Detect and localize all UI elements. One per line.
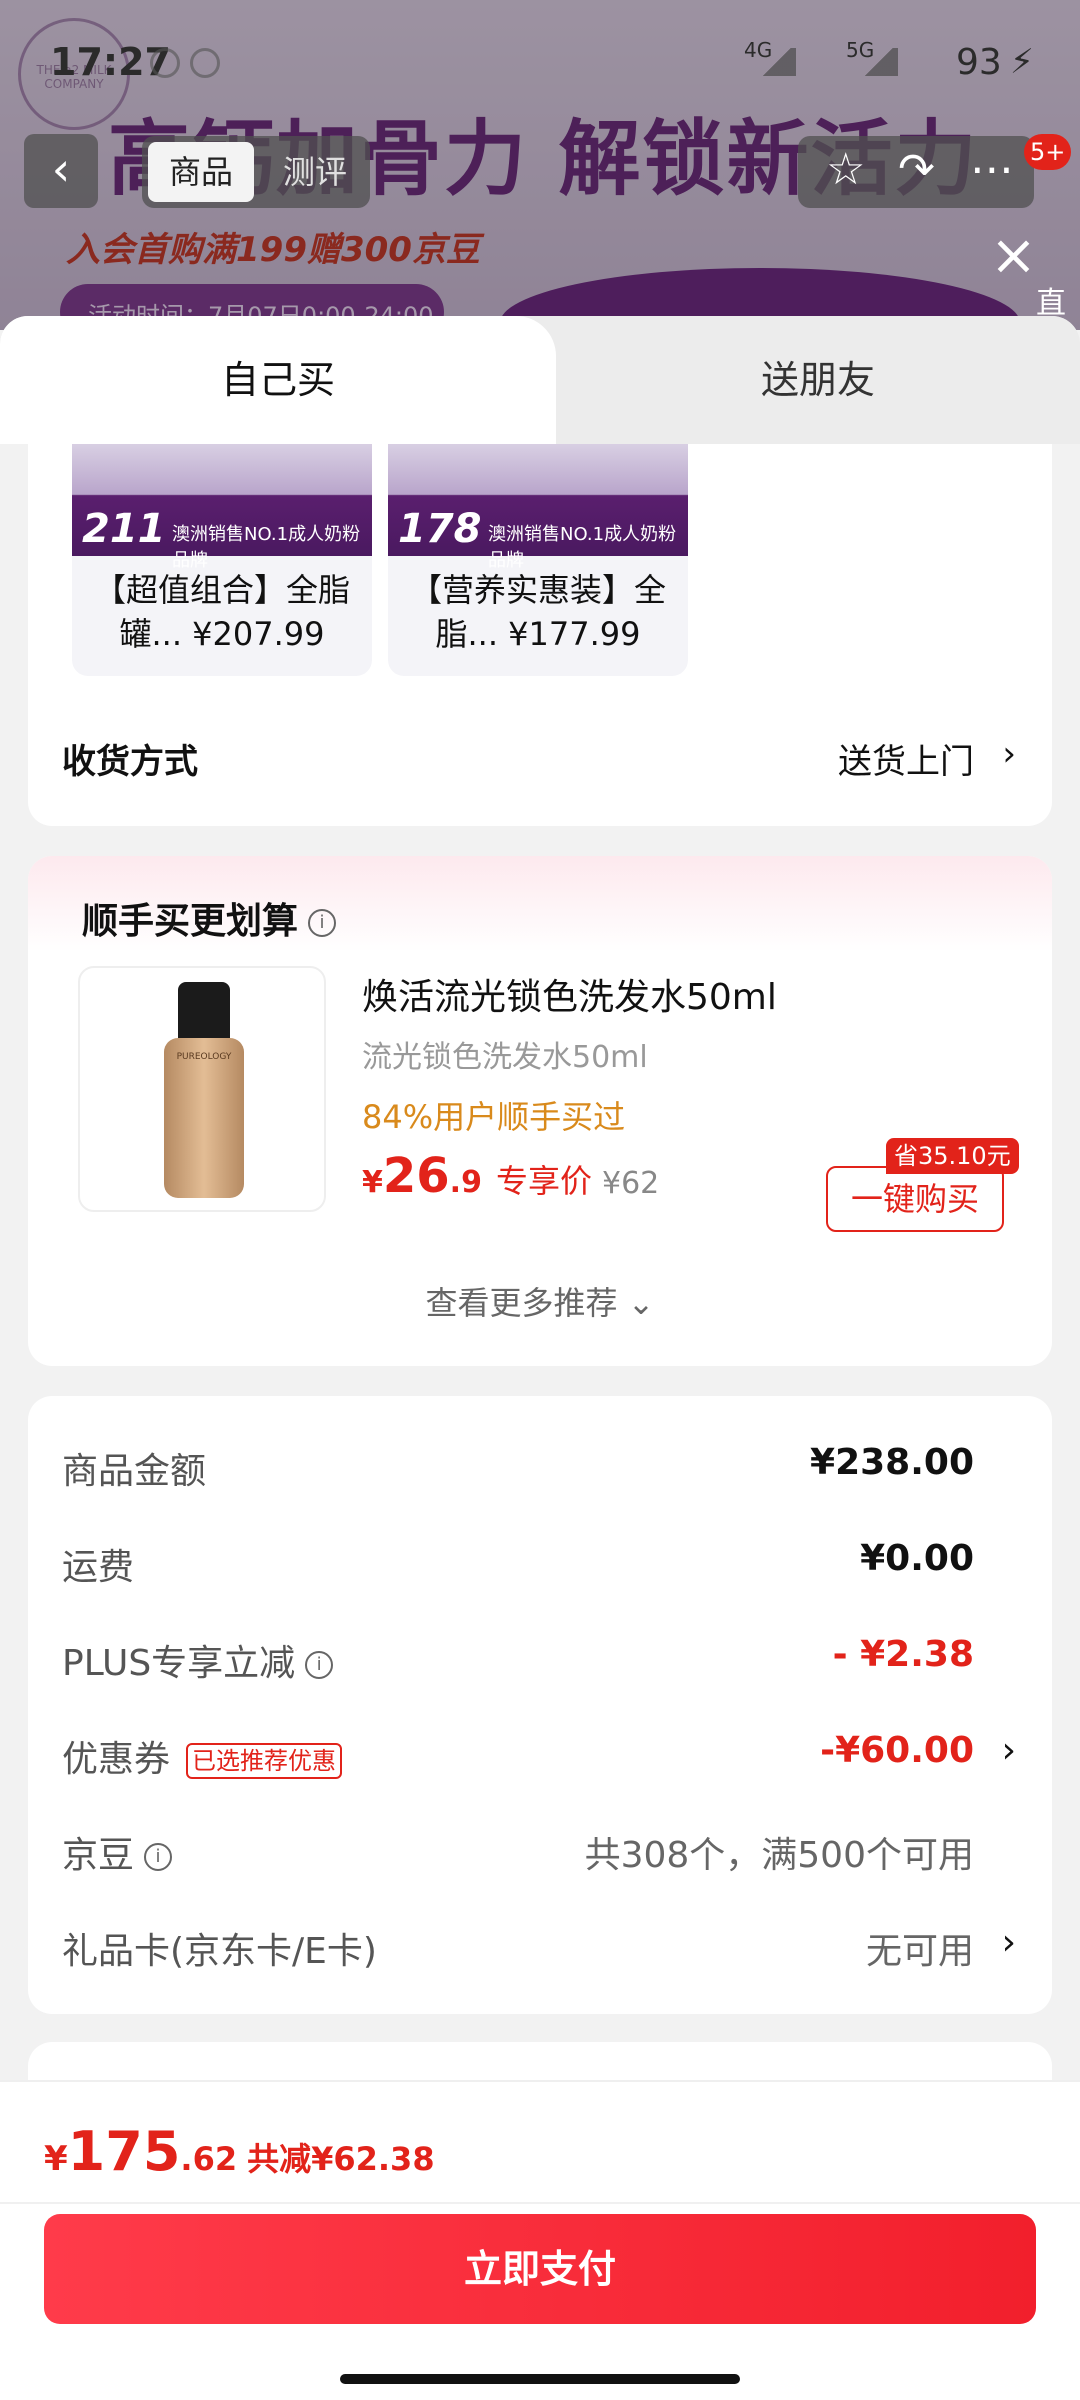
summary-value: 无可用: [865, 1931, 974, 1972]
addon-price: ¥26.9 专享价: [362, 1148, 592, 1204]
divider: [0, 2202, 1080, 2204]
summary-row-jingdou: 京豆 i 共308个，满500个可用: [28, 1826, 1052, 1886]
tab-review[interactable]: 测评: [270, 142, 360, 202]
summary-label-text: 京豆: [62, 1835, 135, 1876]
back-chevron-icon: ‹: [51, 142, 71, 196]
checkout-bottom-bar: ¥175.62 共减¥62.38 立即支付: [0, 2080, 1080, 2400]
summary-value: - ¥2.38: [832, 1634, 974, 1675]
combo-title-line: 【超值组合】全脂: [93, 571, 350, 609]
combo-card: 211 澳洲销售NO.1成人奶粉品牌 【超值组合】全脂 罐... ¥207.99…: [28, 444, 1052, 826]
combo-price: 178: [398, 506, 482, 552]
bottle-body: [164, 1038, 244, 1198]
info-icon[interactable]: i: [305, 1651, 334, 1679]
summary-label: 礼品卡(京东卡/E卡): [62, 1931, 377, 1972]
product-tabs: 商品 测评: [142, 136, 370, 208]
combo-price: 211: [82, 506, 166, 552]
addon-purchase-stat: 84%用户顺手买过: [362, 1098, 626, 1136]
addon-product-name[interactable]: 焕活流光锁色洗发水50ml: [362, 968, 777, 1020]
battery-level: 93: [956, 42, 1002, 83]
tab-buy-self[interactable]: 自己买: [0, 316, 556, 444]
price-integer: 26: [382, 1148, 450, 1204]
combo-option[interactable]: 211 澳洲销售NO.1成人奶粉品牌 【超值组合】全脂 罐... ¥207.99: [72, 444, 372, 676]
total-price: ¥175.62 共减¥62.38: [44, 2120, 435, 2183]
purchase-mode-tabs: 自己买 送朋友: [0, 316, 1080, 444]
alarm-icon: [190, 48, 220, 78]
signal-icon: [860, 48, 898, 76]
summary-label: 运费: [62, 1547, 135, 1588]
favorite-star-icon[interactable]: ☆: [826, 144, 865, 195]
back-button[interactable]: ‹: [24, 134, 98, 208]
summary-value: 共308个，满500个可用: [584, 1835, 974, 1876]
share-icon[interactable]: ↷: [898, 144, 935, 195]
summary-label-text: PLUS专享立减: [62, 1643, 296, 1684]
combo-title-line: 脂... ¥177.99: [435, 615, 641, 653]
combo-title: 【营养实惠装】全 脂... ¥177.99: [388, 568, 688, 656]
summary-value: ¥238.00: [810, 1442, 974, 1483]
addon-title: 顺手买更划算 i: [82, 892, 337, 944]
total-integer: 175: [67, 2120, 181, 2183]
combo-title-line: 罐... ¥207.99: [119, 615, 325, 653]
combo-option[interactable]: 178 澳洲销售NO.1成人奶粉品牌 【营养实惠装】全 脂... ¥177.99: [388, 444, 688, 676]
delivery-label: 收货方式: [62, 742, 198, 782]
savings-badge: 省35.10元: [886, 1138, 1019, 1174]
chevron-right-icon: ›: [1001, 1922, 1016, 1963]
tab-gift-friend[interactable]: 送朋友: [556, 316, 1080, 444]
addon-title-text: 顺手买更划算: [82, 901, 299, 942]
shampoo-bottle-image: PUREOLOGY: [164, 982, 244, 1198]
one-click-buy-button[interactable]: 一键购买: [826, 1166, 1004, 1232]
weather-icon: [150, 48, 180, 78]
pay-now-button[interactable]: 立即支付: [44, 2214, 1036, 2324]
info-icon[interactable]: i: [308, 909, 337, 937]
total-reduction: 共减¥62.38: [247, 2140, 435, 2178]
summary-label: 优惠券 已选推荐优惠: [62, 1730, 343, 1782]
close-icon[interactable]: ×: [990, 228, 1038, 284]
summary-row-plus-discount: PLUS专享立减 i - ¥2.38: [28, 1634, 1052, 1694]
status-bar: 17:27 4G 5G 93 ⚡: [0, 28, 1080, 98]
addon-product-spec: 流光锁色洗发水50ml: [362, 1040, 648, 1075]
coupon-selected-tag: 已选推荐优惠: [186, 1743, 343, 1779]
summary-label: 京豆 i: [62, 1826, 173, 1878]
side-live-text: 直: [1036, 286, 1066, 321]
summary-row-coupon[interactable]: 优惠券 已选推荐优惠 -¥60.00 ›: [28, 1730, 1052, 1790]
chevron-right-icon: ›: [1001, 1730, 1016, 1771]
order-summary-card: 商品金额 ¥238.00 运费 ¥0.00 PLUS专享立减 i - ¥2.38 …: [28, 1396, 1052, 2014]
combo-title-line: 【营养实惠装】全: [409, 571, 666, 609]
summary-value: ¥0.00: [860, 1538, 974, 1579]
price-label: 专享价: [495, 1162, 592, 1200]
bottle-brand: PUREOLOGY: [176, 1052, 232, 1062]
combo-tag: 澳洲销售NO.1成人奶粉品牌: [172, 524, 361, 571]
tab-product[interactable]: 商品: [148, 142, 254, 202]
total-decimal: .62: [180, 2140, 238, 2178]
see-more-recommendations[interactable]: 查看更多推荐 ⌄: [28, 1278, 1052, 1324]
price-decimal: .9: [449, 1165, 482, 1200]
summary-row-shipping: 运费 ¥0.00: [28, 1538, 1052, 1598]
charging-bolt-icon: ⚡: [1010, 42, 1034, 82]
bottle-cap: [178, 982, 230, 1042]
summary-value: -¥60.00: [820, 1730, 974, 1771]
signal-icon: [758, 48, 796, 76]
total-currency: ¥: [44, 2139, 68, 2179]
combo-title: 【超值组合】全脂 罐... ¥207.99: [72, 568, 372, 656]
summary-row-gift-card[interactable]: 礼品卡(京东卡/E卡) 无可用 ›: [28, 1922, 1052, 1982]
summary-label: PLUS专享立减 i: [62, 1634, 334, 1686]
summary-label-text: 优惠券: [62, 1739, 171, 1780]
addon-original-price: ¥62: [602, 1166, 660, 1201]
summary-label: 商品金额: [62, 1451, 207, 1492]
delivery-value: 送货上门: [838, 742, 974, 782]
price-currency: ¥: [362, 1165, 383, 1200]
summary-row-subtotal: 商品金额 ¥238.00: [28, 1442, 1052, 1502]
info-icon[interactable]: i: [144, 1843, 173, 1871]
message-badge: 5+: [1024, 134, 1072, 170]
addon-recommendation-card: 顺手买更划算 i PUREOLOGY 焕活流光锁色洗发水50ml 流光锁色洗发水5…: [28, 856, 1052, 1366]
combo-tag: 澳洲销售NO.1成人奶粉品牌: [488, 524, 677, 571]
more-menu-icon[interactable]: ⋯: [970, 144, 1014, 195]
chevron-right-icon: ›: [1002, 734, 1016, 774]
addon-product-image[interactable]: PUREOLOGY: [78, 966, 326, 1212]
home-indicator[interactable]: [340, 2374, 740, 2384]
nav-actions: ☆ ↷ ⋯: [798, 136, 1034, 208]
